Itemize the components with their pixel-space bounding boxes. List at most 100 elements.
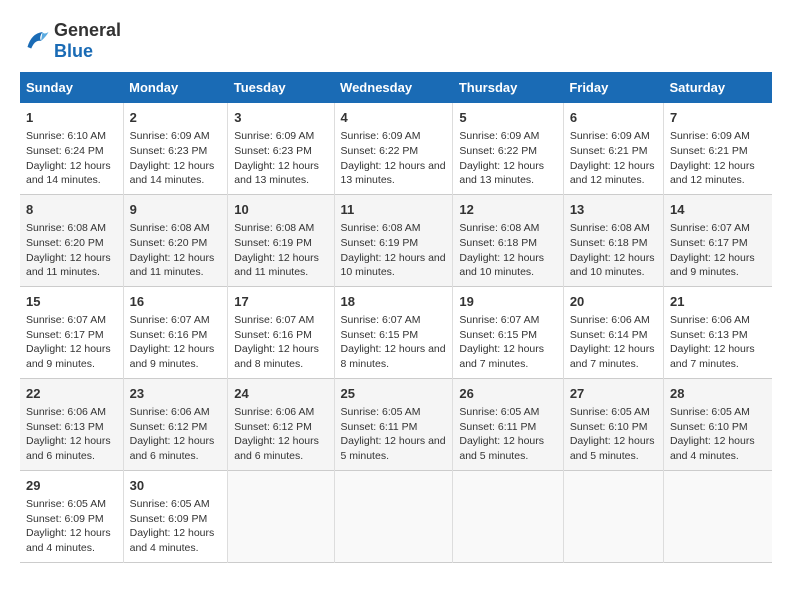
sunset-text: Sunset: 6:15 PM	[341, 328, 447, 343]
sunrise-text: Sunrise: 6:06 AM	[130, 405, 222, 420]
header-day: Wednesday	[334, 72, 453, 103]
sunrise-text: Sunrise: 6:07 AM	[459, 313, 556, 328]
daylight-text: Daylight: 12 hours and 7 minutes.	[570, 342, 657, 371]
day-number: 8	[26, 201, 117, 219]
sunrise-text: Sunrise: 6:09 AM	[234, 129, 327, 144]
sunrise-text: Sunrise: 6:07 AM	[234, 313, 327, 328]
daylight-text: Daylight: 12 hours and 4 minutes.	[130, 526, 222, 555]
calendar-table: SundayMondayTuesdayWednesdayThursdayFrid…	[20, 72, 772, 563]
daylight-text: Daylight: 12 hours and 14 minutes.	[26, 159, 117, 188]
day-number: 22	[26, 385, 117, 403]
sunset-text: Sunset: 6:13 PM	[670, 328, 766, 343]
calendar-week-row: 22Sunrise: 6:06 AMSunset: 6:13 PMDayligh…	[20, 378, 772, 470]
daylight-text: Daylight: 12 hours and 4 minutes.	[670, 434, 766, 463]
daylight-text: Daylight: 12 hours and 10 minutes.	[341, 251, 447, 280]
calendar-cell	[563, 470, 663, 562]
sunrise-text: Sunrise: 6:07 AM	[26, 313, 117, 328]
sunset-text: Sunset: 6:13 PM	[26, 420, 117, 435]
day-number: 1	[26, 109, 117, 127]
sunset-text: Sunset: 6:21 PM	[670, 144, 766, 159]
sunrise-text: Sunrise: 6:06 AM	[26, 405, 117, 420]
daylight-text: Daylight: 12 hours and 9 minutes.	[670, 251, 766, 280]
daylight-text: Daylight: 12 hours and 12 minutes.	[670, 159, 766, 188]
calendar-week-row: 8 Sunrise: 6:08 AM Sunset: 6:20 PM Daylight…	[20, 194, 772, 286]
sunrise-text: Sunrise: 6:09 AM	[670, 129, 766, 144]
calendar-cell: 16Sunrise: 6:07 AMSunset: 6:16 PMDayligh…	[123, 286, 228, 378]
sunrise-text: Sunrise: 6:08 AM	[459, 221, 556, 236]
day-number: 4	[341, 109, 447, 127]
sunset-text: Sunset: 6:20 PM	[130, 236, 222, 251]
sunrise-text: Sunrise: 6:10 AM	[26, 129, 117, 144]
day-number: 2	[130, 109, 222, 127]
calendar-cell: 7 Sunrise: 6:09 AMSunset: 6:21 PMDaylight…	[663, 103, 772, 194]
header-day: Saturday	[663, 72, 772, 103]
calendar-week-row: 15Sunrise: 6:07 AMSunset: 6:17 PMDayligh…	[20, 286, 772, 378]
calendar-week-row: 29Sunrise: 6:05 AMSunset: 6:09 PMDayligh…	[20, 470, 772, 562]
sunset-text: Sunset: 6:22 PM	[341, 144, 447, 159]
calendar-cell: 5Sunrise: 6:09 AMSunset: 6:22 PMDaylight…	[453, 103, 563, 194]
sunset-text: Sunset: 6:24 PM	[26, 144, 117, 159]
sunrise-text: Sunrise: 6:05 AM	[26, 497, 117, 512]
sunset-text: Sunset: 6:23 PM	[234, 144, 327, 159]
day-number: 9	[130, 201, 222, 219]
sunrise-text: Sunrise: 6:05 AM	[130, 497, 222, 512]
calendar-cell	[228, 470, 334, 562]
sunset-text: Sunset: 6:17 PM	[26, 328, 117, 343]
sunrise-text: Sunrise: 6:08 AM	[341, 221, 447, 236]
calendar-cell: 27Sunrise: 6:05 AMSunset: 6:10 PMDayligh…	[563, 378, 663, 470]
daylight-text: Daylight: 12 hours and 6 minutes.	[130, 434, 222, 463]
daylight-text: Daylight: 12 hours and 9 minutes.	[130, 342, 222, 371]
calendar-cell: 29Sunrise: 6:05 AMSunset: 6:09 PMDayligh…	[20, 470, 123, 562]
daylight-text: Daylight: 12 hours and 10 minutes.	[459, 251, 556, 280]
sunset-text: Sunset: 6:12 PM	[234, 420, 327, 435]
calendar-cell: 11 Sunrise: 6:08 AMSunset: 6:19 PMDayligh…	[334, 194, 453, 286]
calendar-cell	[453, 470, 563, 562]
daylight-text: Daylight: 12 hours and 14 minutes.	[130, 159, 222, 188]
sunrise-text: Sunrise: 6:05 AM	[341, 405, 447, 420]
calendar-cell: 20Sunrise: 6:06 AMSunset: 6:14 PMDayligh…	[563, 286, 663, 378]
sunrise-text: Sunrise: 6:09 AM	[341, 129, 447, 144]
sunset-text: Sunset: 6:09 PM	[130, 512, 222, 527]
sunrise-text: Sunrise: 6:09 AM	[459, 129, 556, 144]
calendar-cell: 1 Sunrise: 6:10 AMSunset: 6:24 PMDaylight…	[20, 103, 123, 194]
calendar-cell: 4Sunrise: 6:09 AMSunset: 6:22 PMDaylight…	[334, 103, 453, 194]
sunrise-text: Sunrise: 6:09 AM	[130, 129, 222, 144]
daylight-text: Daylight: 12 hours and 13 minutes.	[234, 159, 327, 188]
sunset-text: Sunset: 6:10 PM	[670, 420, 766, 435]
calendar-cell: 10Sunrise: 6:08 AMSunset: 6:19 PMDayligh…	[228, 194, 334, 286]
calendar-cell: 19Sunrise: 6:07 AMSunset: 6:15 PMDayligh…	[453, 286, 563, 378]
day-number: 3	[234, 109, 327, 127]
sunset-text: Sunset: 6:12 PM	[130, 420, 222, 435]
sunset-text: Sunset: 6:22 PM	[459, 144, 556, 159]
day-number: 10	[234, 201, 327, 219]
header-day: Friday	[563, 72, 663, 103]
daylight-text: Daylight: 12 hours and 5 minutes.	[459, 434, 556, 463]
calendar-cell: 22Sunrise: 6:06 AMSunset: 6:13 PMDayligh…	[20, 378, 123, 470]
sunset-text: Sunset: 6:15 PM	[459, 328, 556, 343]
day-number: 7	[670, 109, 766, 127]
header-day: Monday	[123, 72, 228, 103]
calendar-cell: 9Sunrise: 6:08 AMSunset: 6:20 PMDaylight…	[123, 194, 228, 286]
calendar-cell	[334, 470, 453, 562]
calendar-cell: 23Sunrise: 6:06 AMSunset: 6:12 PMDayligh…	[123, 378, 228, 470]
day-number: 5	[459, 109, 556, 127]
calendar-week-row: 1Sunrise: 6:10 AMSunset: 6:24 PMDaylight…	[20, 103, 772, 194]
sunset-text: Sunset: 6:11 PM	[341, 420, 447, 435]
sunset-text: Sunset: 6:09 PM	[26, 512, 117, 527]
daylight-text: Daylight: 12 hours and 12 minutes.	[570, 159, 657, 188]
calendar-cell: 14Sunrise: 6:07 AMSunset: 6:17 PMDayligh…	[663, 194, 772, 286]
header-row: SundayMondayTuesdayWednesdayThursdayFrid…	[20, 72, 772, 103]
sunrise-text: Sunrise: 6:06 AM	[234, 405, 327, 420]
daylight-text: Daylight: 12 hours and 9 minutes.	[26, 342, 117, 371]
daylight-text: Daylight: 12 hours and 5 minutes.	[570, 434, 657, 463]
day-number: 26	[459, 385, 556, 403]
day-number: 11	[341, 201, 447, 219]
day-number: 12	[459, 201, 556, 219]
daylight-text: Daylight: 12 hours and 5 minutes.	[341, 434, 447, 463]
sunset-text: Sunset: 6:14 PM	[570, 328, 657, 343]
sunset-text: Sunset: 6:17 PM	[670, 236, 766, 251]
daylight-text: Daylight: 12 hours and 7 minutes.	[459, 342, 556, 371]
sunset-text: Sunset: 6:19 PM	[341, 236, 447, 251]
day-number: 28	[670, 385, 766, 403]
sunset-text: Sunset: 6:21 PM	[570, 144, 657, 159]
